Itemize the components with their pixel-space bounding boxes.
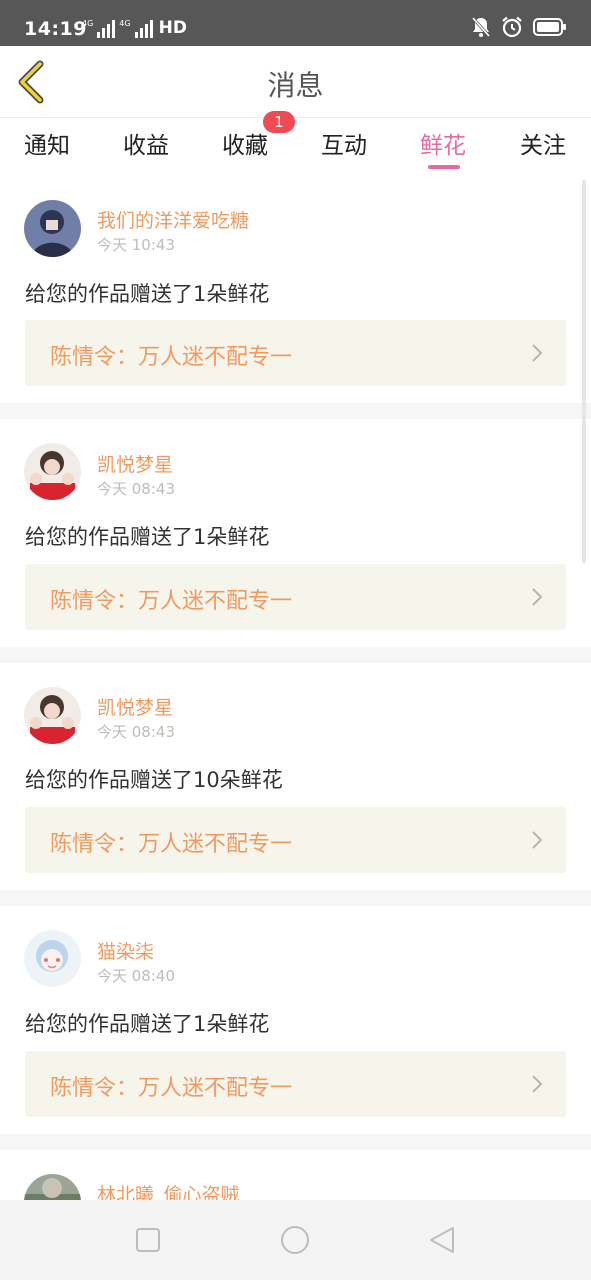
chevron-right-icon <box>532 588 543 606</box>
work-title: 陈情令：万人迷不配专一 <box>50 1076 293 1101</box>
message-card: 猫染柒 今天 08:40 给您的作品赠送了1朵鲜花 陈情令：万人迷不配专一 <box>0 906 591 1134</box>
home-button[interactable] <box>279 1224 311 1256</box>
message-list[interactable]: 我们的洋洋爱吃糖 今天 10:43 给您的作品赠送了1朵鲜花 陈情令：万人迷不配… <box>0 180 591 1200</box>
work-title: 陈情令：万人迷不配专一 <box>50 345 293 370</box>
recent-apps-button[interactable] <box>132 1224 164 1256</box>
avatar[interactable] <box>24 1174 81 1200</box>
signal-icon <box>97 20 116 38</box>
username[interactable]: 林北曦_偷心盗贼 <box>97 1180 240 1200</box>
favorites-badge: 1 <box>263 111 295 133</box>
message-time: 今天 08:43 <box>97 480 175 498</box>
chevron-right-icon <box>532 344 543 362</box>
message-time: 今天 10:43 <box>97 236 175 254</box>
message-text: 给您的作品赠送了1朵鲜花 <box>25 525 270 549</box>
avatar[interactable] <box>24 930 81 987</box>
username[interactable]: 凯悦梦星 <box>97 450 173 477</box>
card-separator <box>0 403 591 419</box>
square-icon <box>136 1228 160 1252</box>
work-link[interactable]: 陈情令：万人迷不配专一 <box>25 320 566 386</box>
work-link[interactable]: 陈情令：万人迷不配专一 <box>25 564 566 630</box>
message-time: 今天 08:43 <box>97 723 175 741</box>
avatar[interactable] <box>24 200 81 257</box>
avatar-image <box>24 443 81 500</box>
system-nav-bar <box>0 1200 591 1280</box>
message-text: 给您的作品赠送了1朵鲜花 <box>25 1012 270 1036</box>
card-separator <box>0 890 591 906</box>
avatar-image <box>24 1174 81 1200</box>
work-title: 陈情令：万人迷不配专一 <box>50 832 293 857</box>
system-back-button[interactable] <box>427 1224 459 1256</box>
status-bar: 14:19 4G 4G HD <box>0 0 591 46</box>
message-text: 给您的作品赠送了1朵鲜花 <box>25 282 270 306</box>
tab-interaction[interactable]: 互动 <box>321 126 367 160</box>
tab-bar: 通知 收益 收藏 互动 鲜花 关注 <box>0 118 591 178</box>
triangle-back-icon <box>430 1227 454 1253</box>
status-icons <box>471 16 567 38</box>
network-indicator: 4G 4G HD <box>82 18 187 38</box>
username[interactable]: 凯悦梦星 <box>97 693 173 720</box>
card-separator <box>0 1134 591 1150</box>
active-tab-indicator <box>428 165 460 169</box>
work-title: 陈情令：万人迷不配专一 <box>50 589 293 614</box>
message-text: 给您的作品赠送了10朵鲜花 <box>25 768 283 792</box>
network-type-2: 4G <box>119 19 131 28</box>
page-header: 消息 <box>0 46 591 118</box>
chevron-right-icon <box>532 1075 543 1093</box>
username[interactable]: 猫染柒 <box>97 937 154 964</box>
signal-icon-2 <box>134 20 153 38</box>
avatar-image <box>24 930 81 987</box>
circle-icon <box>281 1226 309 1254</box>
avatar-image <box>24 200 81 257</box>
mute-icon <box>471 17 491 37</box>
battery-icon <box>533 18 566 36</box>
message-card: 林北曦_偷心盗贼 <box>0 1150 591 1200</box>
avatar[interactable] <box>24 687 81 744</box>
status-time: 14:19 <box>24 18 87 40</box>
tab-earnings[interactable]: 收益 <box>123 126 169 160</box>
message-card: 凯悦梦星 今天 08:43 给您的作品赠送了1朵鲜花 陈情令：万人迷不配专一 <box>0 419 591 647</box>
message-time: 今天 08:40 <box>97 967 175 985</box>
page-title: 消息 <box>267 69 324 102</box>
tab-favorites[interactable]: 收藏 <box>222 126 268 160</box>
username[interactable]: 我们的洋洋爱吃糖 <box>97 206 249 233</box>
tab-notification[interactable]: 通知 <box>24 126 70 160</box>
avatar-image <box>24 687 81 744</box>
work-link[interactable]: 陈情令：万人迷不配专一 <box>25 807 566 873</box>
hd-indicator: HD <box>158 18 187 38</box>
message-card: 我们的洋洋爱吃糖 今天 10:43 给您的作品赠送了1朵鲜花 陈情令：万人迷不配… <box>0 180 591 403</box>
work-link[interactable]: 陈情令：万人迷不配专一 <box>25 1051 566 1117</box>
alarm-icon <box>502 16 522 38</box>
card-separator <box>0 647 591 663</box>
scrollbar[interactable] <box>582 180 586 563</box>
chevron-right-icon <box>532 831 543 849</box>
message-card: 凯悦梦星 今天 08:43 给您的作品赠送了10朵鲜花 陈情令：万人迷不配专一 <box>0 663 591 890</box>
network-type-1: 4G <box>82 19 94 28</box>
tab-follow[interactable]: 关注 <box>520 126 566 160</box>
tab-flowers[interactable]: 鲜花 <box>420 126 466 160</box>
avatar[interactable] <box>24 443 81 500</box>
